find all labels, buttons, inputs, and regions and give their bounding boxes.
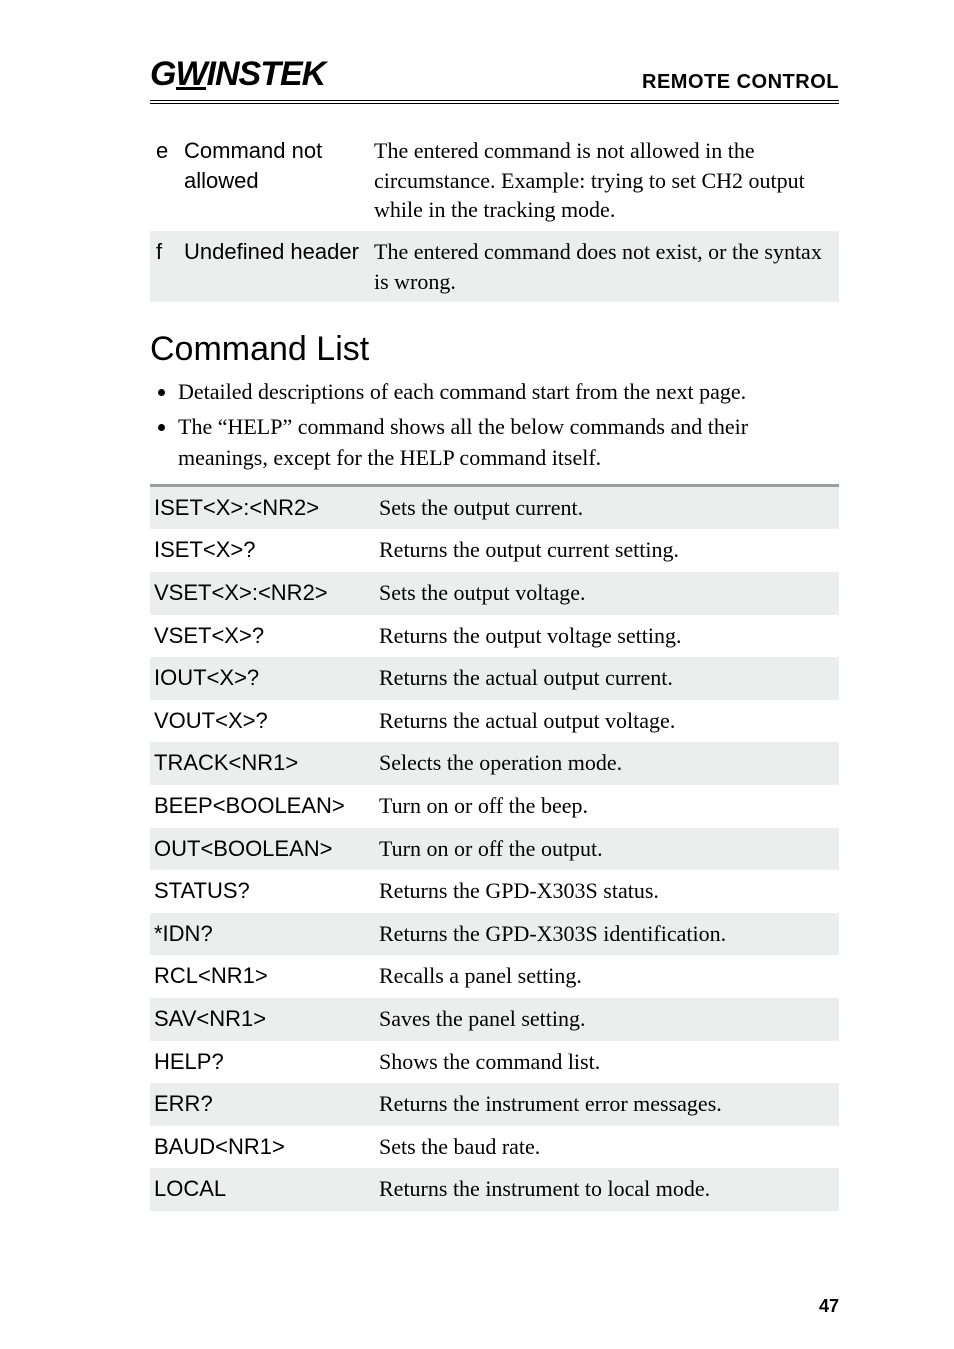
- command-name: TRACK<NR1>: [150, 742, 375, 785]
- command-table: ISET<X>:<NR2>Sets the output current.ISE…: [150, 484, 839, 1211]
- command-row: ERR?Returns the instrument error message…: [150, 1083, 839, 1126]
- error-table: eCommand not allowedThe entered command …: [150, 130, 839, 302]
- command-row: STATUS?Returns the GPD-X303S status.: [150, 870, 839, 913]
- command-name: SAV<NR1>: [150, 998, 375, 1041]
- error-code: e: [150, 130, 178, 231]
- command-name: VOUT<X>?: [150, 700, 375, 743]
- command-name: BAUD<NR1>: [150, 1126, 375, 1169]
- intro-bullet-item: The “HELP” command shows all the below c…: [178, 412, 839, 474]
- command-name: BEEP<BOOLEAN>: [150, 785, 375, 828]
- error-name: Command not allowed: [178, 130, 368, 231]
- command-name: ERR?: [150, 1083, 375, 1126]
- command-name: VSET<X>:<NR2>: [150, 572, 375, 615]
- error-name: Undefined header: [178, 231, 368, 302]
- command-name: VSET<X>?: [150, 615, 375, 658]
- command-desc: Turn on or off the output.: [375, 828, 839, 871]
- error-desc: The entered command does not exist, or t…: [368, 231, 839, 302]
- command-row: VOUT<X>?Returns the actual output voltag…: [150, 700, 839, 743]
- page-header: GWINSTEK REMOTE CONTROL: [150, 55, 839, 104]
- command-desc: Turn on or off the beep.: [375, 785, 839, 828]
- command-desc: Returns the output current setting.: [375, 529, 839, 572]
- command-desc: Sets the baud rate.: [375, 1126, 839, 1169]
- command-row: IOUT<X>?Returns the actual output curren…: [150, 657, 839, 700]
- error-code: f: [150, 231, 178, 302]
- command-row: HELP?Shows the command list.: [150, 1041, 839, 1084]
- command-row: ISET<X>?Returns the output current setti…: [150, 529, 839, 572]
- command-desc: Returns the actual output voltage.: [375, 700, 839, 743]
- intro-bullet-item: Detailed descriptions of each command st…: [178, 377, 839, 408]
- command-row: *IDN?Returns the GPD-X303S identificatio…: [150, 913, 839, 956]
- command-row: RCL<NR1>Recalls a panel setting.: [150, 955, 839, 998]
- command-name: *IDN?: [150, 913, 375, 956]
- command-desc: Returns the instrument to local mode.: [375, 1168, 839, 1211]
- section-heading: Command List: [150, 330, 839, 369]
- command-name: RCL<NR1>: [150, 955, 375, 998]
- command-desc: Shows the command list.: [375, 1041, 839, 1084]
- command-desc: Returns the GPD-X303S status.: [375, 870, 839, 913]
- command-desc: Sets the output voltage.: [375, 572, 839, 615]
- error-desc: The entered command is not allowed in th…: [368, 130, 839, 231]
- command-desc: Returns the instrument error messages.: [375, 1083, 839, 1126]
- command-row: ISET<X>:<NR2>Sets the output current.: [150, 485, 839, 529]
- command-desc: Saves the panel setting.: [375, 998, 839, 1041]
- command-desc: Recalls a panel setting.: [375, 955, 839, 998]
- error-row: fUndefined headerThe entered command doe…: [150, 231, 839, 302]
- command-desc: Sets the output current.: [375, 485, 839, 529]
- command-name: HELP?: [150, 1041, 375, 1084]
- error-row: eCommand not allowedThe entered command …: [150, 130, 839, 231]
- header-section-title: REMOTE CONTROL: [642, 71, 839, 94]
- command-row: TRACK<NR1>Selects the operation mode.: [150, 742, 839, 785]
- command-row: LOCALReturns the instrument to local mod…: [150, 1168, 839, 1211]
- command-name: OUT<BOOLEAN>: [150, 828, 375, 871]
- brand-logo: GWINSTEK: [150, 55, 325, 94]
- command-name: ISET<X>:<NR2>: [150, 485, 375, 529]
- command-desc: Selects the operation mode.: [375, 742, 839, 785]
- command-name: ISET<X>?: [150, 529, 375, 572]
- command-row: VSET<X>?Returns the output voltage setti…: [150, 615, 839, 658]
- command-desc: Returns the GPD-X303S identification.: [375, 913, 839, 956]
- command-name: STATUS?: [150, 870, 375, 913]
- logo-part-right: INSTEK: [207, 55, 326, 93]
- command-row: BEEP<BOOLEAN>Turn on or off the beep.: [150, 785, 839, 828]
- command-row: SAV<NR1>Saves the panel setting.: [150, 998, 839, 1041]
- command-row: VSET<X>:<NR2>Sets the output voltage.: [150, 572, 839, 615]
- command-name: LOCAL: [150, 1168, 375, 1211]
- command-row: BAUD<NR1>Sets the baud rate.: [150, 1126, 839, 1169]
- command-name: IOUT<X>?: [150, 657, 375, 700]
- command-row: OUT<BOOLEAN>Turn on or off the output.: [150, 828, 839, 871]
- logo-part-u: W: [175, 55, 206, 94]
- intro-bullets: Detailed descriptions of each command st…: [150, 377, 839, 473]
- command-desc: Returns the output voltage setting.: [375, 615, 839, 658]
- page-number: 47: [819, 1296, 839, 1317]
- logo-part-left: G: [150, 55, 175, 93]
- command-desc: Returns the actual output current.: [375, 657, 839, 700]
